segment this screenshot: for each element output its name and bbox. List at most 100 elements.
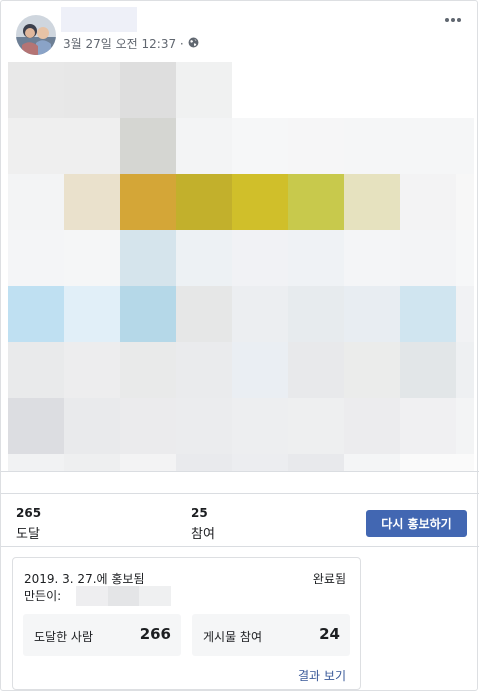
image-mosaic-cell <box>456 342 474 398</box>
image-mosaic-cell <box>400 286 456 342</box>
post-engagement-value: 24 <box>319 625 340 643</box>
image-mosaic-cell <box>344 62 400 118</box>
reach-value: 265 <box>16 506 42 520</box>
author-name-redacted[interactable] <box>61 7 137 32</box>
image-mosaic-cell <box>232 118 288 174</box>
image-mosaic-cell <box>344 454 400 471</box>
image-mosaic-cell <box>64 286 120 342</box>
image-mosaic-cell <box>288 174 344 230</box>
image-mosaic-cell <box>232 230 288 286</box>
image-mosaic-cell <box>344 286 400 342</box>
post-image[interactable] <box>8 62 474 471</box>
creator-name-redacted <box>76 586 172 606</box>
image-mosaic-cell <box>288 118 344 174</box>
boost-status: 완료됨 <box>312 572 346 586</box>
image-mosaic-cell <box>176 174 232 230</box>
image-mosaic-cell <box>288 286 344 342</box>
people-reached-value: 266 <box>139 625 171 643</box>
image-mosaic-cell <box>176 230 232 286</box>
image-mosaic-cell <box>8 398 64 454</box>
image-mosaic-cell <box>64 174 120 230</box>
image-mosaic-cell <box>400 454 456 471</box>
image-mosaic-cell <box>120 174 176 230</box>
image-mosaic-cell <box>456 398 474 454</box>
image-mosaic-cell <box>232 398 288 454</box>
image-mosaic-cell <box>8 62 64 118</box>
image-mosaic-cell <box>232 286 288 342</box>
engagement-value: 25 <box>191 506 208 520</box>
image-mosaic-cell <box>64 118 120 174</box>
post-engagement-label: 게시물 참여 <box>203 630 263 644</box>
image-mosaic-cell <box>400 62 456 118</box>
image-mosaic-cell <box>120 342 176 398</box>
engagement-label: 참여 <box>191 527 215 542</box>
image-mosaic-cell <box>120 286 176 342</box>
image-mosaic-cell <box>456 454 474 471</box>
image-mosaic-cell <box>232 62 288 118</box>
image-mosaic-cell <box>64 454 120 471</box>
image-mosaic-cell <box>232 342 288 398</box>
boost-result-panel: 2019. 3. 27.에 홍보됨 완료됨 만든이: 도달한 사람 266 게시… <box>12 557 361 690</box>
image-mosaic-cell <box>232 454 288 471</box>
image-mosaic-cell <box>8 118 64 174</box>
reach-label: 도달 <box>16 527 40 542</box>
boosted-post-card: 3월 27일 오전 12:37 · 265 도달 25 참여 다시 홍보하기 2… <box>0 0 479 691</box>
globe-icon <box>188 37 199 51</box>
image-mosaic-cell <box>8 286 64 342</box>
image-mosaic-cell <box>64 342 120 398</box>
image-mosaic-cell <box>176 118 232 174</box>
image-mosaic-cell <box>120 62 176 118</box>
image-mosaic-cell <box>456 286 474 342</box>
image-mosaic-cell <box>64 62 120 118</box>
author-avatar[interactable] <box>16 15 56 55</box>
image-mosaic-cell <box>456 62 474 118</box>
image-mosaic-cell <box>64 230 120 286</box>
image-mosaic-cell <box>288 342 344 398</box>
created-by-label: 만든이: <box>24 589 62 603</box>
image-mosaic-cell <box>400 230 456 286</box>
image-mosaic-cell <box>8 230 64 286</box>
image-mosaic-cell <box>344 230 400 286</box>
image-mosaic-cell <box>8 174 64 230</box>
image-mosaic-cell <box>176 454 232 471</box>
post-timestamp[interactable]: 3월 27일 오전 12:37 · <box>63 35 184 52</box>
image-mosaic-cell <box>8 454 64 471</box>
image-mosaic-cell <box>288 62 344 118</box>
people-reached-label: 도달한 사람 <box>34 630 94 644</box>
image-mosaic-cell <box>232 174 288 230</box>
image-mosaic-cell <box>400 118 456 174</box>
more-options-icon[interactable] <box>442 11 464 29</box>
boost-date: 2019. 3. 27.에 홍보됨 <box>24 572 145 586</box>
image-mosaic-cell <box>176 398 232 454</box>
image-mosaic-cell <box>64 398 120 454</box>
image-mosaic-cell <box>456 174 474 230</box>
image-mosaic-cell <box>176 62 232 118</box>
view-results-link[interactable]: 결과 보기 <box>298 667 346 684</box>
divider <box>1 546 479 547</box>
image-mosaic-cell <box>8 342 64 398</box>
image-mosaic-cell <box>288 230 344 286</box>
boost-again-button[interactable]: 다시 홍보하기 <box>366 510 467 537</box>
image-mosaic-cell <box>344 398 400 454</box>
image-mosaic-cell <box>344 118 400 174</box>
divider <box>1 493 479 494</box>
image-mosaic-cell <box>120 230 176 286</box>
image-mosaic-cell <box>400 174 456 230</box>
image-mosaic-cell <box>120 398 176 454</box>
image-mosaic-cell <box>344 174 400 230</box>
image-mosaic-cell <box>176 286 232 342</box>
image-mosaic-cell <box>344 342 400 398</box>
divider <box>1 471 479 472</box>
post-engagement-metric: 게시물 참여 24 <box>192 614 350 656</box>
image-mosaic-cell <box>120 454 176 471</box>
people-reached-metric: 도달한 사람 266 <box>23 614 181 656</box>
post-meta: 3월 27일 오전 12:37 · <box>63 35 199 52</box>
image-mosaic-cell <box>400 398 456 454</box>
image-mosaic-cell <box>456 118 474 174</box>
image-mosaic-cell <box>456 230 474 286</box>
image-mosaic-cell <box>400 342 456 398</box>
image-mosaic-cell <box>120 118 176 174</box>
image-mosaic-cell <box>176 342 232 398</box>
image-mosaic-cell <box>288 398 344 454</box>
image-mosaic-cell <box>288 454 344 471</box>
